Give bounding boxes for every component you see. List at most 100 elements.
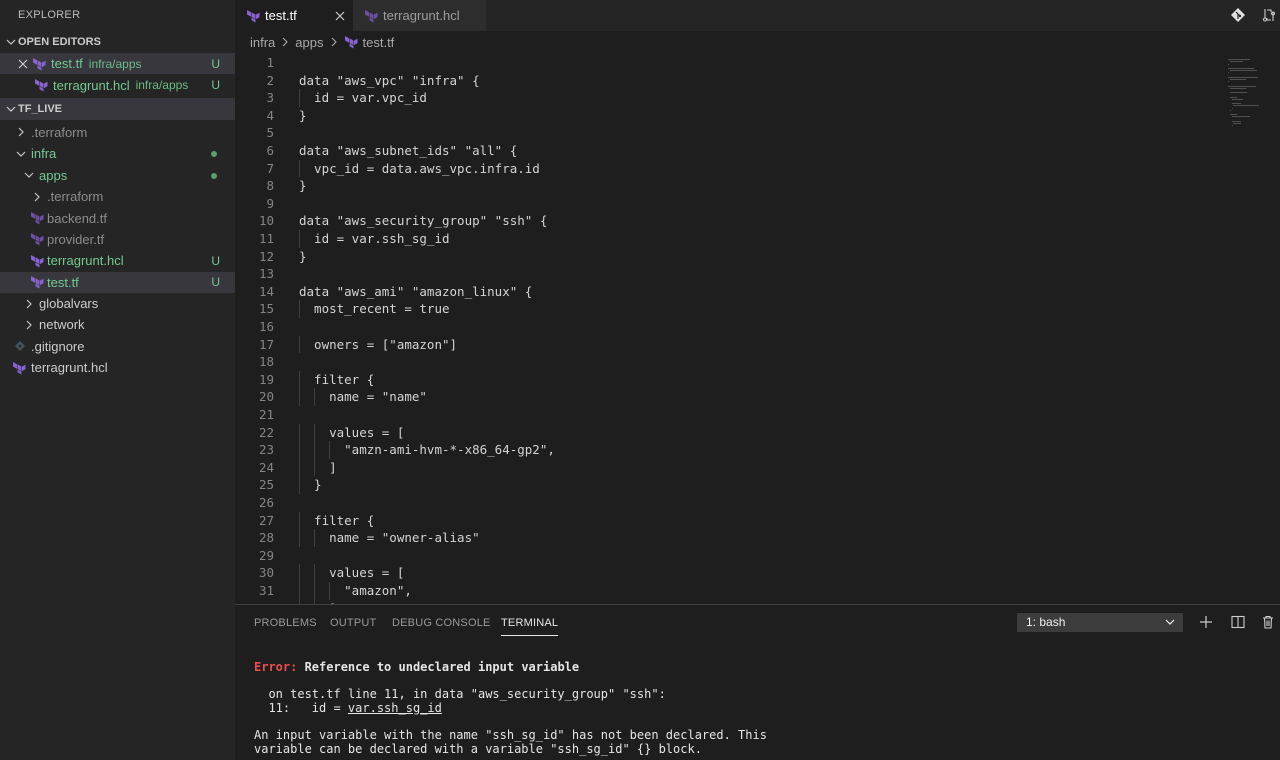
indent-guide [314, 529, 316, 547]
terminal-code-ref: var.ssh_sg_id [347, 701, 442, 715]
breadcrumb-item[interactable]: apps [295, 35, 323, 50]
tree-item-provider-tf[interactable]: provider.tf [0, 229, 235, 250]
tree-item-terragrunt-hcl[interactable]: terragrunt.hcl U [0, 250, 235, 271]
tree-item-label: network [39, 317, 85, 333]
breadcrumb-item[interactable]: infra [250, 35, 275, 50]
indent-guide [299, 370, 300, 389]
tree-item-terraform[interactable]: .terraform [0, 122, 235, 143]
minimap-line [1233, 105, 1259, 107]
modified-dot [211, 172, 217, 179]
terraform-icon [31, 254, 44, 268]
code-line[interactable]: 24 ] [235, 459, 1215, 477]
close-icon[interactable] [335, 8, 345, 24]
terraform-icon [247, 9, 260, 22]
breadcrumb-item[interactable]: test.tf [363, 35, 395, 50]
code-line[interactable]: 18 [235, 353, 1215, 371]
code-line[interactable]: 1 [235, 54, 1215, 72]
terminal-select[interactable]: 1: bash [1017, 613, 1183, 632]
code-line[interactable]: 28 name = "owner-alias" [235, 529, 1215, 547]
tab-terminal[interactable]: TERMINAL [501, 617, 559, 636]
terraform-icon [35, 79, 48, 92]
tree-item-gitignore[interactable]: .gitignore [0, 336, 235, 357]
tab-problems[interactable]: PROBLEMS [254, 617, 317, 629]
code-line[interactable]: 17 owners = ["amazon"] [235, 336, 1215, 354]
tab-terragrunt-hcl[interactable]: terragrunt.hcl [353, 0, 486, 31]
code-line[interactable]: 3 id = var.vpc_id [235, 89, 1215, 107]
code-line[interactable]: 16 [235, 318, 1215, 336]
code-line[interactable]: 8} [235, 177, 1215, 195]
code-line[interactable]: 20 name = "name" [235, 388, 1215, 406]
code-line[interactable]: 6 data "aws_subnet_ids" "all" { [235, 142, 1215, 160]
line-number: 9 [266, 195, 274, 211]
code-text: } [299, 178, 307, 194]
code-line[interactable]: 19 filter { [235, 371, 1215, 389]
tab-output[interactable]: OUTPUT [330, 617, 376, 629]
open-editor-terragrunt-hcl[interactable]: terragrunt.hcl infra/apps U [0, 74, 235, 95]
terminal-code-line: 11: id = var.ssh_sg_id [254, 701, 442, 715]
code-line[interactable]: 27 filter { [235, 512, 1215, 530]
indent-guide [299, 230, 300, 248]
code-line[interactable]: 23 "amzn-ami-hvm-*-x86_64-gp2", [235, 441, 1215, 459]
code-line[interactable]: 31 "amazon", [235, 582, 1215, 600]
tab-test-tf[interactable]: test.tf [235, 0, 353, 31]
code-line[interactable]: 5 [235, 124, 1215, 142]
line-number: 27 [258, 512, 274, 528]
code-line[interactable]: 11 id = var.ssh_sg_id [235, 230, 1215, 248]
code-line[interactable]: 29 [235, 547, 1215, 565]
tree-item-backend-tf[interactable]: backend.tf [0, 207, 235, 228]
code-line[interactable]: 26 [235, 494, 1215, 512]
line-number: 6 [266, 143, 274, 158]
minimap-line [1229, 92, 1247, 94]
untracked-badge: U [211, 56, 220, 71]
code-line[interactable]: 22 values = [ [235, 424, 1215, 442]
plus-icon[interactable] [1198, 614, 1214, 630]
close-icon[interactable] [14, 59, 32, 69]
code-line[interactable]: 21 [235, 406, 1215, 424]
tree-item-terragrunt-root[interactable]: terragrunt.hcl [0, 357, 235, 378]
tree-item-apps[interactable]: apps [0, 165, 235, 186]
compare-changes-icon[interactable] [1261, 7, 1277, 23]
tree-item-label: backend.tf [47, 210, 107, 226]
code-line[interactable]: 4} [235, 107, 1215, 125]
minimap-line [1229, 109, 1231, 111]
code-line[interactable]: 12} [235, 248, 1215, 266]
tree-item-globalvars[interactable]: globalvars [0, 293, 235, 314]
trash-icon[interactable] [1260, 614, 1276, 630]
untracked-badge: U [211, 78, 220, 93]
open-editors-header[interactable]: OPEN EDITORS [0, 31, 235, 53]
tree-item-infra[interactable]: infra [0, 143, 235, 164]
line-number: 15 [258, 301, 274, 317]
tree-item-label: terragrunt.hcl [47, 253, 124, 269]
indent-guide [299, 89, 300, 107]
terraform-icon [31, 212, 44, 225]
terminal-error-line: Error: Reference to undeclared input var… [254, 660, 579, 674]
code-line[interactable]: 7 vpc_id = data.aws_vpc.infra.id [235, 160, 1215, 178]
terminal-location: on test.tf line 11, in data "aws_securit… [254, 687, 666, 701]
line-number: 26 [258, 495, 274, 510]
tab-debug-console[interactable]: DEBUG CONSOLE [392, 617, 491, 629]
git-icon[interactable] [1230, 7, 1246, 23]
open-editor-test-tf[interactable]: test.tf infra/apps U [0, 53, 235, 75]
tree-item-label: infra [31, 146, 57, 162]
code-line[interactable]: 9 [235, 195, 1215, 213]
tree-item-apps-terraform[interactable]: .terraform [0, 186, 235, 207]
code-text: name = "name" [299, 389, 427, 405]
code-line[interactable]: 15 most_recent = true [235, 300, 1215, 318]
code-line[interactable]: 10 data "aws_security_group" "ssh" { [235, 212, 1215, 230]
code-line[interactable]: 2 data "aws_vpc" "infra" { [235, 72, 1215, 90]
terminal-message-1: An input variable with the name "ssh_sg_… [254, 728, 767, 742]
code-line[interactable]: 25 } [235, 476, 1215, 494]
minimap[interactable] [1228, 53, 1280, 213]
code-editor[interactable]: 1 2 data "aws_vpc" "infra" {3 id = var.vpc… [235, 53, 1280, 604]
split-terminal-icon[interactable] [1230, 614, 1246, 630]
code-line[interactable]: 13 [235, 265, 1215, 283]
tree-item-test-tf[interactable]: test.tf U [0, 271, 235, 293]
open-editor-name: terragrunt.hcl [53, 77, 130, 93]
code-line[interactable]: 30 values = [ [235, 564, 1215, 582]
line-number: 1 [266, 55, 274, 70]
tf-live-header[interactable]: TF_LIVE [0, 97, 235, 120]
line-number: 11 [258, 231, 274, 246]
code-text: data "aws_subnet_ids" "all" { [299, 143, 518, 158]
tree-item-network[interactable]: network [0, 314, 235, 335]
code-line[interactable]: 14 data "aws_ami" "amazon_linux" { [235, 283, 1215, 301]
